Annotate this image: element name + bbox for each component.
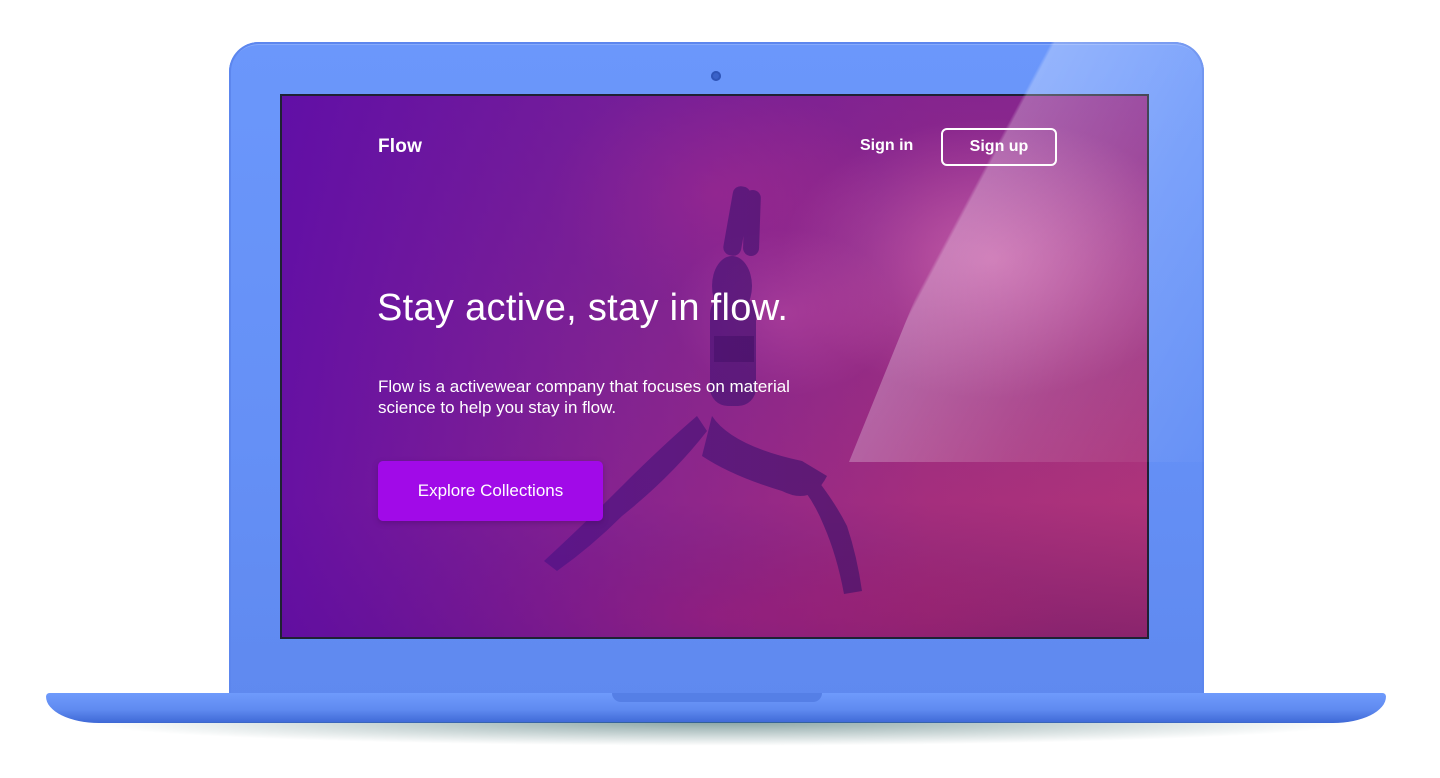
brand-logo[interactable]: Flow [378, 136, 422, 158]
hero-description: Flow is a activewear company that focuse… [378, 377, 790, 417]
webcam-icon [711, 71, 721, 81]
signup-button[interactable]: Sign up [941, 128, 1057, 166]
hero-headline: Stay active, stay in flow. [377, 287, 789, 329]
signin-link[interactable]: Sign in [860, 137, 913, 155]
laptop-mockup: Flow Sign in Sign up Stay active, stay i… [0, 0, 1440, 778]
landing-page: Flow Sign in Sign up Stay active, stay i… [282, 96, 1147, 637]
laptop-shadow [80, 722, 1360, 746]
laptop-screen: Flow Sign in Sign up Stay active, stay i… [280, 94, 1149, 639]
laptop-lid: Flow Sign in Sign up Stay active, stay i… [229, 42, 1204, 702]
laptop-base [46, 693, 1386, 723]
lid-opening-notch [612, 693, 822, 702]
explore-collections-button[interactable]: Explore Collections [378, 461, 603, 521]
